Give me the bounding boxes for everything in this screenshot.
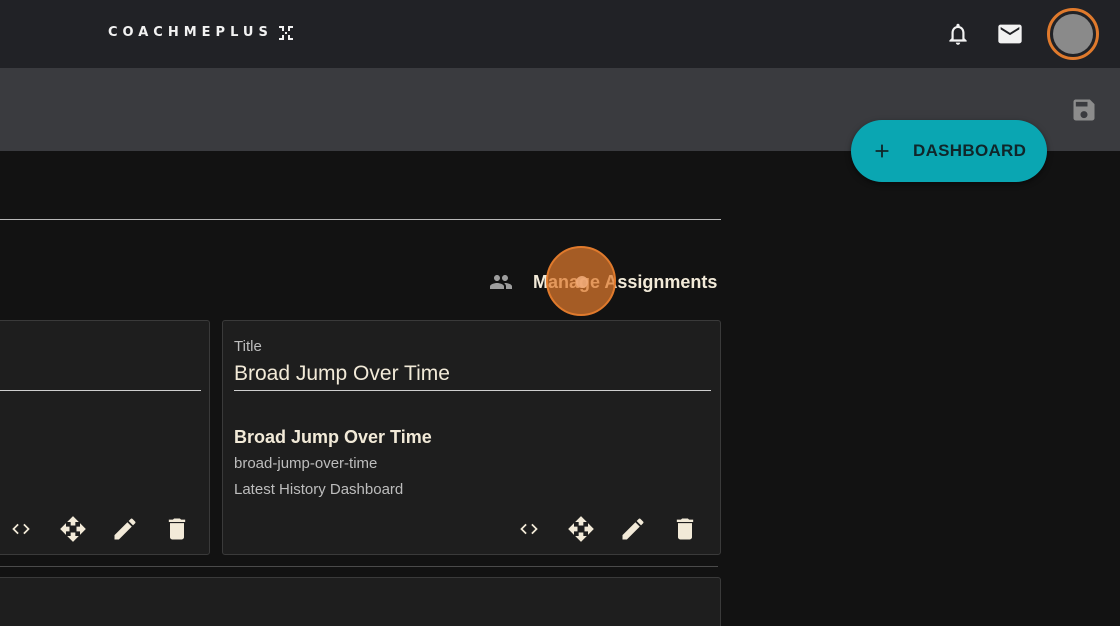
add-dashboard-button[interactable]: DASHBOARD: [851, 120, 1047, 182]
widget-card: [0, 577, 721, 626]
add-dashboard-label: DASHBOARD: [913, 141, 1027, 160]
widget-actions: [5, 513, 213, 545]
title-field-input[interactable]: Broad Jump Over Time: [234, 362, 450, 386]
manage-assignments-button[interactable]: Manage Assignments: [486, 266, 717, 298]
code-icon[interactable]: [5, 513, 37, 545]
section-divider: [0, 219, 721, 220]
title-field-underline: [0, 390, 201, 391]
plus-icon: [875, 144, 889, 158]
title-field-label: Title: [234, 338, 262, 355]
widget-type: Latest History Dashboard: [234, 481, 404, 498]
delete-icon[interactable]: [669, 513, 701, 545]
move-icon[interactable]: [57, 513, 89, 545]
widget-card: [0, 320, 210, 555]
app-logo[interactable]: COACHMEPLUS: [108, 25, 293, 40]
delete-icon[interactable]: [161, 513, 193, 545]
widget-title: Broad Jump Over Time: [234, 427, 432, 447]
bell-icon[interactable]: [944, 20, 972, 48]
widget-card: Title Broad Jump Over Time Broad Jump Ov…: [222, 320, 721, 555]
widget-slug: broad-jump-over-time: [234, 455, 378, 472]
avatar-image: [1053, 14, 1093, 54]
edit-icon[interactable]: [109, 513, 141, 545]
top-app-bar: COACHMEPLUS: [0, 0, 1120, 68]
widget-actions: [513, 513, 721, 545]
user-avatar[interactable]: [1047, 8, 1099, 60]
manage-assignments-label: Manage Assignments: [533, 271, 718, 292]
code-icon[interactable]: [513, 513, 545, 545]
edit-icon[interactable]: [617, 513, 649, 545]
logo-text: COACHMEPLUS: [108, 25, 273, 40]
save-icon[interactable]: [1070, 96, 1098, 124]
title-field-underline: [234, 390, 711, 391]
move-icon[interactable]: [565, 513, 597, 545]
people-icon: [490, 275, 512, 289]
mail-icon[interactable]: [996, 20, 1024, 48]
row-divider: [0, 566, 718, 567]
logo-mark-icon: [278, 25, 293, 40]
